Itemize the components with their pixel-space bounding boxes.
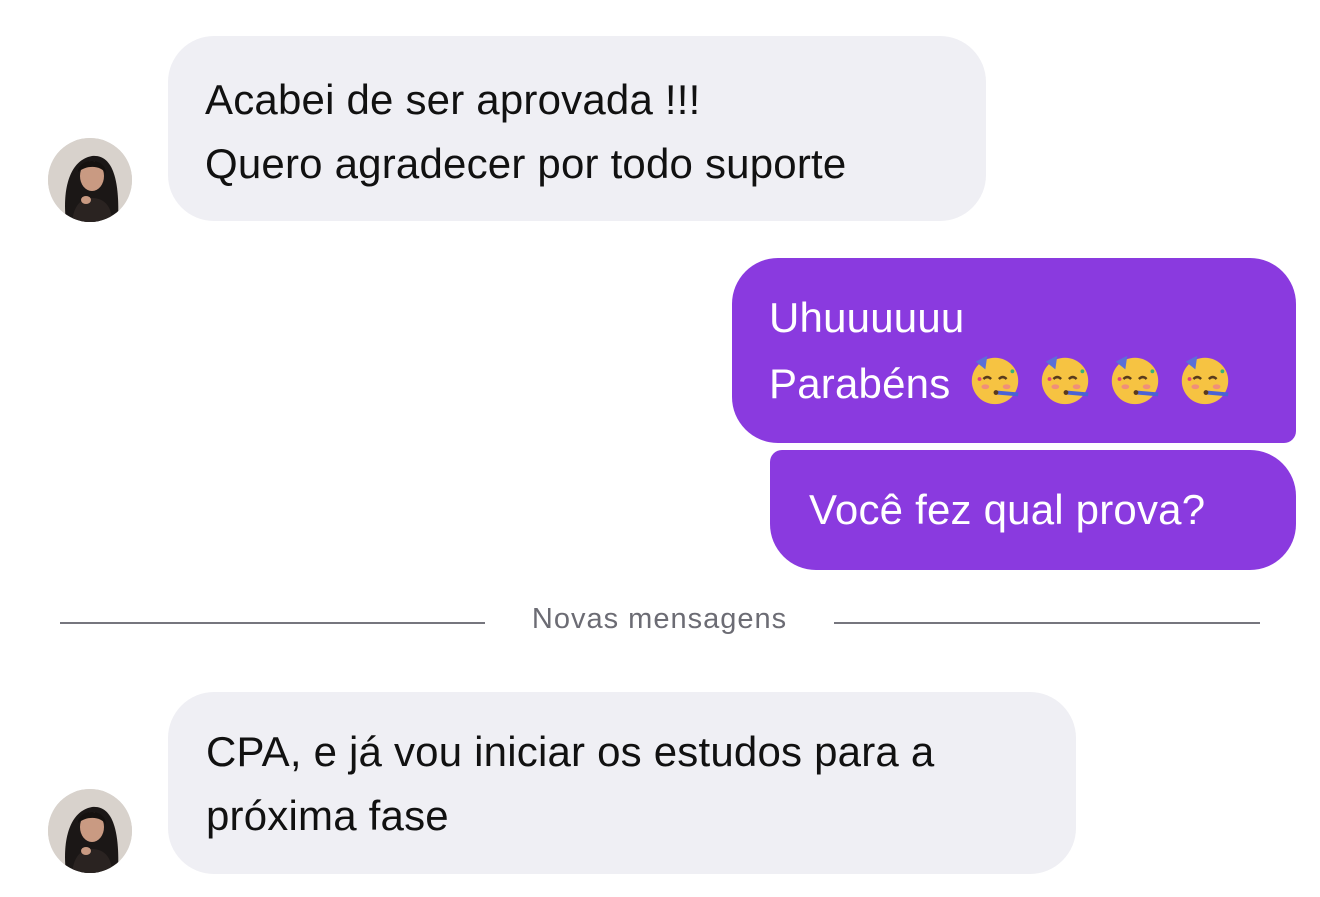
incoming-message-bubble[interactable]: Acabei de ser aprovada !!! Quero agradec… [168, 36, 986, 221]
message-text: Uhuuuuuu [769, 294, 965, 341]
message-text: Quero agradecer por todo suporte [205, 140, 847, 187]
message-text-with-emoji: Parabéns [769, 350, 1260, 416]
incoming-message-bubble[interactable]: CPA, e já vou iniciar os estudos para a … [168, 692, 1076, 874]
divider-line [60, 622, 485, 624]
new-messages-divider: Novas mensagens [60, 597, 1260, 649]
outgoing-message-bubble[interactable]: Você fez qual prova? [770, 450, 1296, 570]
sender-avatar[interactable] [48, 789, 132, 873]
emoji-group [966, 350, 1234, 408]
partying-face-icon [972, 355, 1019, 405]
message-text: próxima fase [206, 792, 449, 839]
outgoing-message-bubble[interactable]: Uhuuuuuu Parabéns [732, 258, 1296, 443]
sender-avatar[interactable] [48, 138, 132, 222]
message-text: CPA, e já vou iniciar os estudos para a [206, 728, 935, 775]
partying-face-icon [1042, 355, 1089, 405]
message-text: Parabéns [769, 360, 951, 407]
partying-face-icon [1112, 355, 1159, 405]
divider-label: Novas mensagens [531, 603, 788, 635]
partying-face-icon [1182, 355, 1229, 405]
avatar-photo-icon [48, 789, 132, 873]
message-text: Acabei de ser aprovada !!! [205, 76, 701, 123]
avatar-photo-icon [48, 138, 132, 222]
divider-line [834, 622, 1260, 624]
message-text: Você fez qual prova? [809, 486, 1206, 533]
